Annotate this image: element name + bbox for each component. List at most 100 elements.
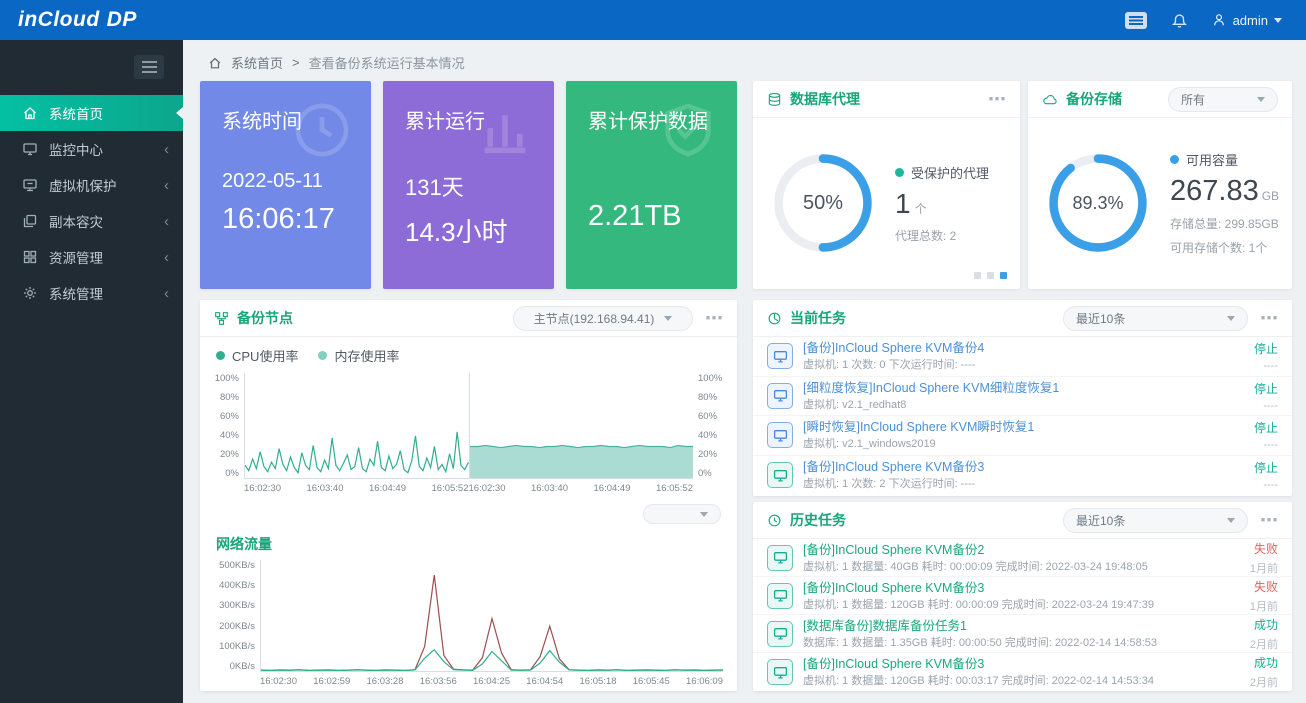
more-menu-icon[interactable]: ⋯ [705,309,723,327]
task-row[interactable]: [备份]InCloud Sphere KVM备份3 虚拟机: 1 数据量: 12… [753,653,1292,691]
more-menu-icon[interactable]: ⋯ [988,90,1006,108]
more-menu-icon[interactable]: ⋯ [1260,511,1278,529]
task-name-link[interactable]: [备份]InCloud Sphere KVM备份3 [803,459,1244,475]
legend-dot [1170,155,1179,164]
user-menu[interactable]: admin [1211,12,1282,28]
collapse-sidebar-button[interactable] [134,55,164,79]
vm-task-icon [767,659,793,685]
y-axis-labels: 100%80%60%40%20%0% [208,373,244,479]
count-unit: 个 [915,202,927,216]
card-title: 当前任务 [790,308,846,328]
cloud-storage-icon [1042,92,1058,107]
sidebar: 系统首页 监控中心 ‹ 虚拟机保护 ‹ 副本容灾 ‹ 资源管理 ‹ 系统管理 ‹ [0,40,183,703]
storage-total: 存储总量: 299.85GB [1170,215,1279,232]
more-menu-icon[interactable]: ⋯ [1260,309,1278,327]
task-next-run: ---- [1254,479,1278,491]
user-icon [1211,12,1227,28]
task-row[interactable]: [细粒度恢复]InCloud Sphere KVM细粒度恢复1 虚拟机: v2.… [753,377,1292,417]
storage-donut: 89.3% [1046,151,1150,255]
breadcrumb-home[interactable]: 系统首页 [231,53,283,72]
donut-percent: 50% [771,151,875,255]
card-title: 备份节点 [237,308,293,328]
chevron-left-icon: ‹ [164,286,169,301]
task-name-link[interactable]: [备份]InCloud Sphere KVM备份3 [803,656,1240,672]
breadcrumb-current: 查看备份系统运行基本情况 [309,53,465,72]
system-clock: 16:06:17 [222,203,349,236]
logo-text: inCloud [18,8,100,32]
card-title: 数据库代理 [790,89,860,109]
task-row[interactable]: [数据库备份]数据库备份任务1 数据库: 1 数据量: 1.35GB 耗时: 0… [753,615,1292,653]
vm-monitor-icon [22,177,38,193]
notification-bell-icon[interactable] [1170,11,1189,30]
task-row[interactable]: [备份]InCloud Sphere KVM备份2 虚拟机: 1 数据量: 40… [753,539,1292,577]
task-next-run: ---- [1254,360,1278,372]
chart-range-select[interactable] [643,504,721,524]
breadcrumb: 系统首页 > 查看备份系统运行基本情况 [208,53,465,72]
vm-task-icon [767,383,793,409]
sidebar-item-monitor-center[interactable]: 监控中心 ‹ [0,131,183,167]
node-tree-icon [214,311,229,326]
carousel-dot-active[interactable] [1000,272,1007,279]
copy-icon [22,213,38,229]
backup-storage-card: 备份存储 所有 89.3% 可用容量 267.83GB 存储总量: 299.85… [1028,81,1292,289]
network-traffic-chart: 500KB/s400KB/s300KB/s200KB/s100KB/s0KB/s… [200,560,737,687]
storage-filter-select[interactable]: 所有 [1168,87,1278,112]
stop-task-link[interactable]: 停止 [1254,419,1278,436]
task-time-ago: 1月前 [1250,560,1278,576]
vm-task-icon [767,422,793,448]
task-status: 失败 [1250,540,1278,557]
uptime-days: 131天 [405,170,532,202]
node-select[interactable]: 主节点(192.168.94.41) [513,306,693,331]
usage-legend: CPU使用率 内存使用率 [200,337,737,367]
mem-legend-dot [318,351,327,360]
task-row[interactable]: [备份]InCloud Sphere KVM备份3 虚拟机: 1 数据量: 12… [753,577,1292,615]
logo-suffix: DP [107,8,137,32]
sidebar-item-label: 虚拟机保护 [49,175,117,195]
task-row[interactable]: [瞬时恢复]InCloud Sphere KVM瞬时恢复1 虚拟机: v2.1_… [753,416,1292,456]
task-name-link[interactable]: [细粒度恢复]InCloud Sphere KVM细粒度恢复1 [803,380,1244,396]
system-time-card: 系统时间 2022-05-11 16:06:17 [200,81,371,289]
chevron-down-icon [1227,316,1235,325]
stop-task-link[interactable]: 停止 [1254,459,1278,476]
sidebar-item-resource-mgmt[interactable]: 资源管理 ‹ [0,239,183,275]
sidebar-item-home[interactable]: 系统首页 [0,95,183,131]
chevron-left-icon: ‹ [164,178,169,193]
x-axis-labels: 16:02:3016:03:4016:04:4916:05:52 [469,479,694,494]
history-tasks-card: 历史任务 最近10条 ⋯ [备份]InCloud Sphere KVM备份2 虚… [753,502,1292,691]
sidebar-item-replica-dr[interactable]: 副本容灾 ‹ [0,203,183,239]
chevron-left-icon: ‹ [164,142,169,157]
legend-label: 受保护的代理 [911,163,989,182]
apps-grid-icon[interactable] [1124,11,1148,30]
cpu-legend-label: CPU使用率 [232,346,298,365]
task-name-link[interactable]: [备份]InCloud Sphere KVM备份2 [803,542,1240,558]
carousel-dot[interactable] [974,272,981,279]
home-icon [208,56,222,70]
task-row[interactable]: [备份]InCloud Sphere KVM备份4 虚拟机: 1 次数: 0 下… [753,337,1292,377]
sidebar-item-label: 副本容灾 [49,211,103,231]
task-name-link[interactable]: [数据库备份]数据库备份任务1 [803,618,1240,634]
task-status: 失败 [1250,578,1278,595]
stop-task-link[interactable]: 停止 [1254,380,1278,397]
task-row[interactable]: [备份]InCloud Sphere KVM备份3 虚拟机: 1 次数: 2 下… [753,456,1292,496]
stop-task-link[interactable]: 停止 [1254,340,1278,357]
y-axis-labels: 500KB/s400KB/s300KB/s200KB/s100KB/s0KB/s [214,560,260,672]
history-tasks-filter-select[interactable]: 最近10条 [1063,508,1248,533]
sidebar-item-system-mgmt[interactable]: 系统管理 ‹ [0,275,183,311]
task-name-link[interactable]: [瞬时恢复]InCloud Sphere KVM瞬时恢复1 [803,419,1244,435]
carousel-dots [974,272,1007,279]
task-detail: 虚拟机: 1 数据量: 120GB 耗时: 00:03:17 完成时间: 202… [803,674,1240,688]
selected-option: 所有 [1181,91,1205,108]
task-next-run: ---- [1254,400,1278,412]
task-name-link[interactable]: [备份]InCloud Sphere KVM备份3 [803,580,1240,596]
sidebar-item-vm-protection[interactable]: 虚拟机保护 ‹ [0,167,183,203]
current-tasks-filter-select[interactable]: 最近10条 [1063,306,1248,331]
protected-data-value: 2.21TB [588,200,715,233]
x-axis-labels: 16:02:3016:03:4016:04:4916:05:52 [244,479,469,494]
y-axis-labels: 100%80%60%40%20%0% [693,373,729,479]
task-detail: 虚拟机: 1 次数: 2 下次运行时间: ---- [803,477,1244,491]
legend-label: 可用容量 [1186,150,1238,169]
carousel-dot[interactable] [987,272,994,279]
task-name-link[interactable]: [备份]InCloud Sphere KVM备份4 [803,340,1244,356]
history-clock-icon [767,513,782,528]
task-status: 成功 [1250,616,1278,633]
